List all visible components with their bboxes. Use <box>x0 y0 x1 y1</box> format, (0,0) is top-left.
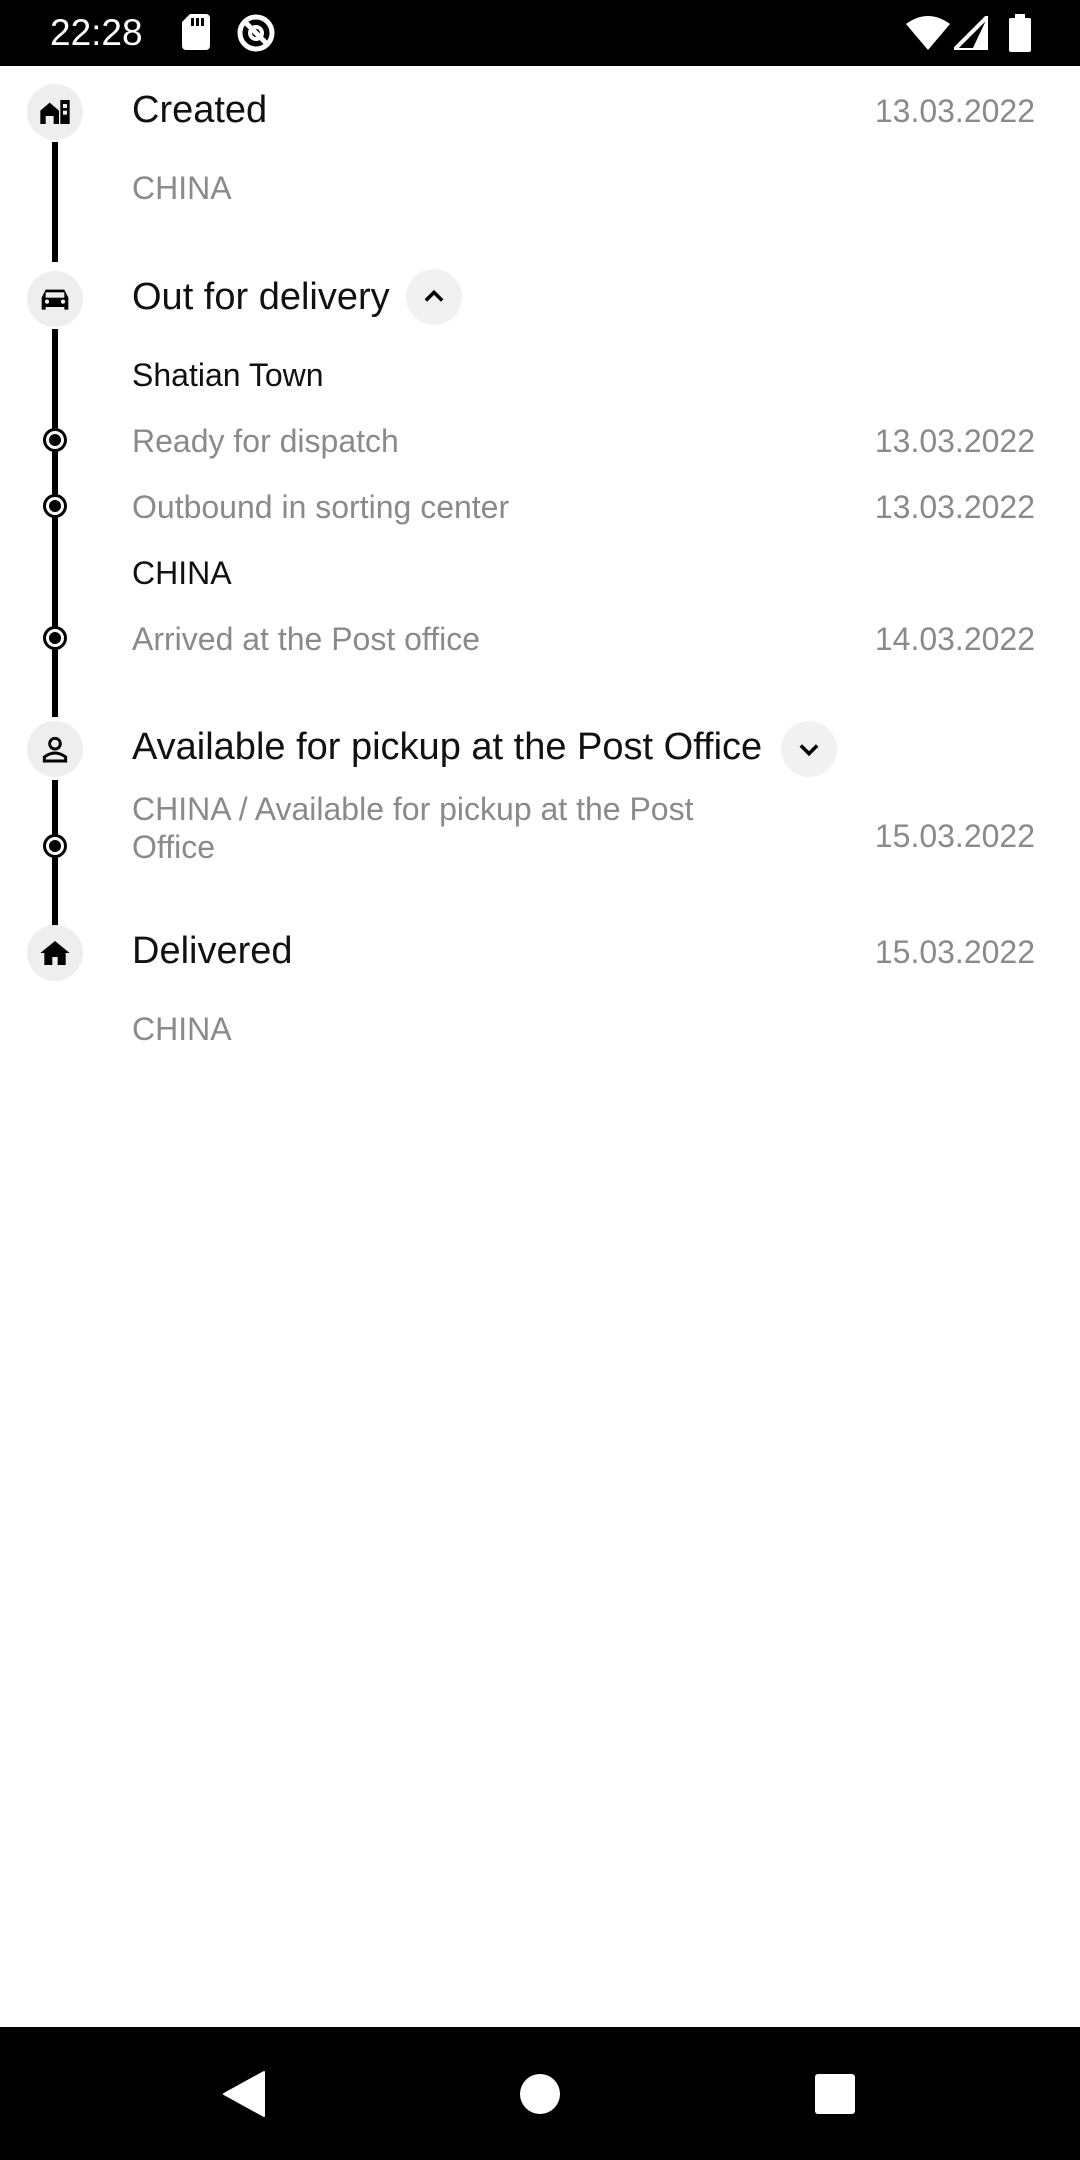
event-dot <box>43 834 67 858</box>
event-date: 15.03.2022 <box>874 818 1035 854</box>
event-text: Outbound in sorting center <box>132 489 510 525</box>
stage-title-pickup: Available for pickup at the Post Office <box>132 726 763 768</box>
expand-button[interactable] <box>781 721 837 777</box>
home-button[interactable] <box>519 2073 561 2120</box>
car-icon <box>27 271 83 327</box>
event-date: 13.03.2022 <box>874 423 1035 459</box>
stage-title-delivered: Delivered <box>132 930 293 972</box>
tracking-timeline: Created 13.03.2022 CHINA Out for deliver… <box>0 66 1080 2027</box>
event-date: 14.03.2022 <box>874 621 1035 657</box>
battery-icon <box>1009 14 1031 57</box>
event-text: Arrived at the Post office <box>132 621 481 657</box>
sd-card-icon <box>182 14 210 55</box>
signal-icon <box>949 11 990 55</box>
timeline-rail <box>52 142 58 262</box>
collapse-button[interactable] <box>406 269 462 325</box>
stage-date-delivered: 15.03.2022 <box>874 934 1035 970</box>
person-icon <box>27 721 83 777</box>
event-dot <box>43 626 67 650</box>
status-time: 22:28 <box>50 12 143 53</box>
stage-location-created: CHINA <box>132 170 232 206</box>
event-text: CHINA / Available for pickup at the Post… <box>132 791 694 865</box>
warehouse-icon <box>27 84 83 140</box>
status-bar: 22:28 <box>0 0 1080 66</box>
stage-title-out-for-delivery: Out for delivery <box>132 276 390 318</box>
back-button[interactable] <box>220 2070 266 2123</box>
stage-title-created: Created <box>132 89 268 131</box>
home-icon <box>27 925 83 981</box>
group-location: Shatian Town <box>132 357 324 393</box>
timeline-rail <box>52 329 58 717</box>
at-sign-icon <box>236 13 276 58</box>
stage-date-created: 13.03.2022 <box>874 93 1035 129</box>
event-dot <box>43 428 67 452</box>
event-dot <box>43 494 67 518</box>
recents-button[interactable] <box>815 2074 855 2119</box>
stage-location-delivered: CHINA <box>132 1011 232 1047</box>
event-text: Ready for dispatch <box>132 423 399 459</box>
group-location: CHINA <box>132 555 232 591</box>
navigation-bar <box>0 2027 1080 2160</box>
wifi-icon <box>906 16 950 55</box>
event-date: 13.03.2022 <box>874 489 1035 525</box>
